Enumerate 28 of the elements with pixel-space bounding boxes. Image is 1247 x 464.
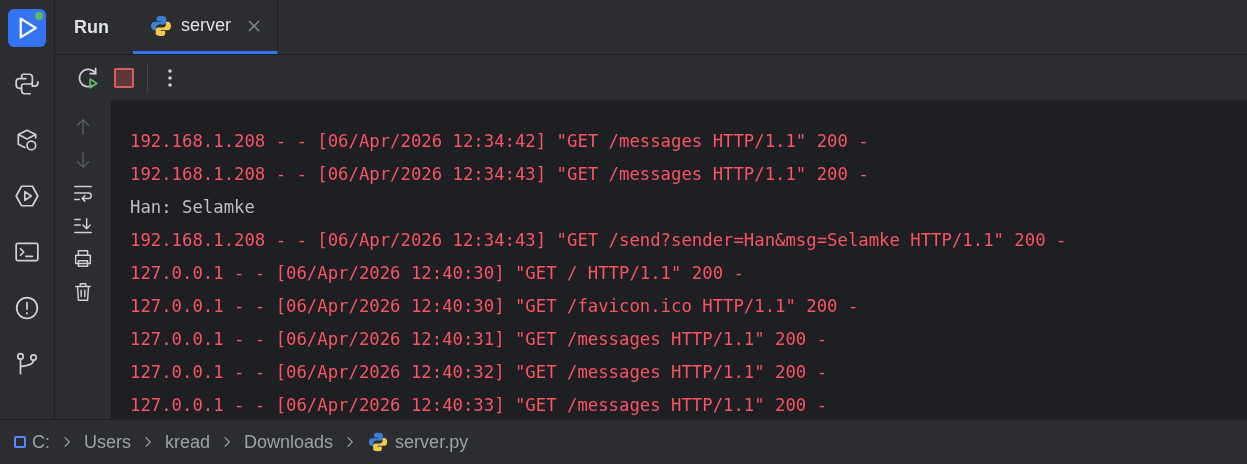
terminal-icon[interactable] bbox=[14, 239, 40, 265]
console-line: 127.0.0.1 - - [06/Apr/2026 12:40:30] "GET / HTTP/1.1" 200 - bbox=[130, 262, 745, 285]
breadcrumb[interactable]: C: bbox=[14, 431, 50, 453]
console-line: 127.0.0.1 - - [06/Apr/2026 12:40:30] "GET /favicon.ico HTTP/1.1" 200 - bbox=[130, 295, 860, 318]
breadcrumb[interactable]: Downloads bbox=[244, 431, 334, 453]
console-line: 127.0.0.1 - - [06/Apr/2026 12:40:33] "GET /messages HTTP/1.1" 200 - bbox=[130, 394, 829, 417]
trash-icon[interactable] bbox=[72, 281, 94, 303]
console-line: 127.0.0.1 - - [06/Apr/2026 12:40:32] "GET /messages HTTP/1.1" 200 - bbox=[130, 361, 829, 384]
packages-icon[interactable] bbox=[14, 127, 40, 153]
problems-icon[interactable] bbox=[14, 295, 40, 321]
console-line: 192.168.1.208 - - [06/Apr/2026 12:34:43] "GET /messages HTTP/1.1" 200 - bbox=[130, 163, 870, 186]
run-tab[interactable]: server bbox=[133, 0, 278, 54]
close-icon[interactable] bbox=[247, 18, 261, 33]
print-icon[interactable] bbox=[72, 248, 94, 270]
breadcrumb[interactable]: Users bbox=[84, 431, 131, 453]
services-icon[interactable] bbox=[14, 183, 40, 209]
python-icon bbox=[149, 13, 173, 38]
console-line: 192.168.1.208 - - [06/Apr/2026 12:34:43] "GET /send?sender=Han&msg=Selamke HTTP/1.1" 200 - bbox=[130, 229, 1068, 252]
console-line: 192.168.1.208 - - [06/Apr/2026 12:34:42] "GET /messages HTTP/1.1" 200 - bbox=[130, 130, 870, 153]
python-file-icon bbox=[367, 431, 390, 453]
console-line: 127.0.0.1 - - [06/Apr/2026 12:40:31] "GET /messages HTTP/1.1" 200 - bbox=[130, 328, 829, 351]
python-icon[interactable] bbox=[14, 71, 40, 97]
tool-window-title: Run bbox=[73, 15, 110, 39]
status-dot bbox=[35, 12, 43, 20]
console-line: Han: Selamke bbox=[130, 196, 256, 219]
breadcrumb[interactable]: server.py bbox=[367, 431, 469, 453]
breadcrumb[interactable]: kread bbox=[165, 431, 211, 453]
git-icon[interactable] bbox=[14, 351, 40, 377]
